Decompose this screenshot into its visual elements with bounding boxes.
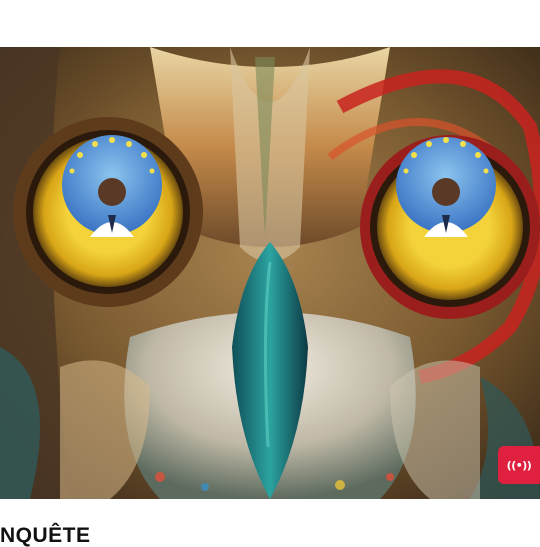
section-label: NQUÊTE xyxy=(0,524,91,547)
live-button[interactable]: ((•)) xyxy=(498,446,540,484)
hero-image[interactable] xyxy=(0,47,540,499)
broadcast-icon: ((•)) xyxy=(506,458,532,472)
owl-illustration xyxy=(0,47,540,499)
